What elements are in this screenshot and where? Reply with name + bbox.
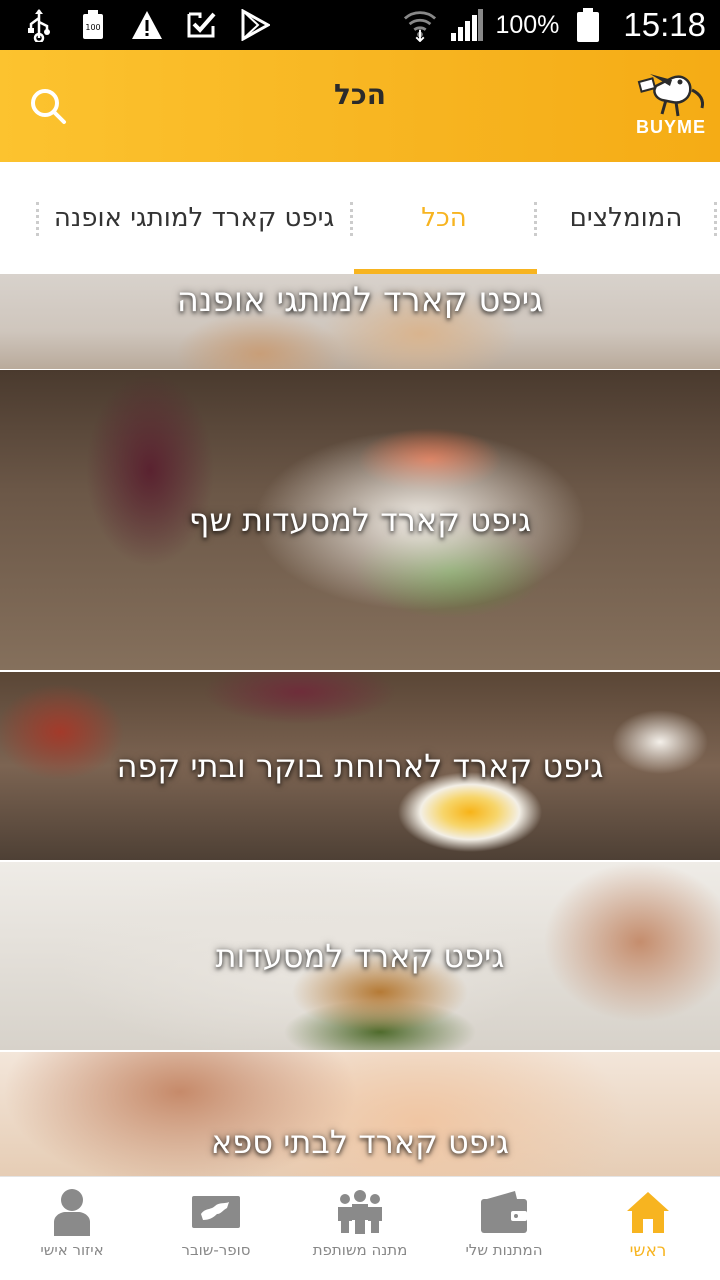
nav-label: מתנה משותפת [312, 1241, 408, 1259]
wallet-icon [479, 1187, 529, 1237]
status-bar-notifications: 100 [22, 8, 272, 42]
status-bar-system: 100% 15:18 [403, 0, 706, 50]
category-label: גיפט קארד למסעדות [215, 937, 505, 975]
category-label: גיפט קארד למסעדות שף [188, 501, 532, 539]
cell-signal-icon [449, 8, 484, 42]
buyme-logo[interactable]: BUYME [632, 70, 710, 140]
play-store-icon [238, 8, 272, 42]
category-list: גיפט קארד למותגי אופנה גיפט קארד למסעדות… [0, 274, 720, 1176]
category-tabs: המומלצים הכל גיפט קארד למותגי אופנה ג [0, 162, 720, 274]
battery-full-icon: 100 [76, 8, 110, 42]
nav-super-voucher[interactable]: סופר-שובר [144, 1177, 288, 1280]
tab-next-partial[interactable]: ג [0, 162, 20, 274]
page-title: הכל [333, 78, 387, 111]
nav-my-gifts[interactable]: המתנות שלי [432, 1177, 576, 1280]
category-card-restaurants[interactable]: גיפט קארד למסעדות [0, 862, 720, 1050]
bottom-navigation: ראשי המתנות שלי מתנה משותפת סופר-שובר אי… [0, 1176, 720, 1280]
category-label: גיפט קארד למותגי אופנה [176, 279, 544, 320]
nav-group-gift[interactable]: מתנה משותפת [288, 1177, 432, 1280]
person-icon [47, 1187, 97, 1237]
app-header: הכל BUYME [0, 50, 720, 162]
nav-home[interactable]: ראשי [576, 1177, 720, 1280]
warning-icon [130, 8, 164, 42]
tab-separator [534, 202, 537, 236]
clock: 15:18 [623, 6, 706, 43]
checkmark-icon [184, 8, 218, 42]
nav-label: המתנות שלי [465, 1241, 543, 1259]
nav-personal-area[interactable]: איזור אישי [0, 1177, 144, 1280]
battery-percent: 100% [495, 10, 560, 39]
svg-text:100: 100 [85, 23, 100, 32]
home-icon [623, 1187, 673, 1237]
battery-icon [571, 8, 605, 42]
nav-label: סופר-שובר [181, 1241, 251, 1259]
category-card-spa[interactable]: גיפט קארד לבתי ספא [0, 1052, 720, 1176]
logo-text: BUYME [635, 117, 706, 137]
tab-all[interactable]: הכל [354, 162, 534, 274]
usb-icon [22, 8, 56, 42]
category-label: גיפט קארד לבתי ספא [210, 1123, 510, 1161]
category-card-breakfast-cafes[interactable]: גיפט קארד לארוחת בוקר ובתי קפה [0, 672, 720, 860]
category-card-fashion[interactable]: גיפט קארד למותגי אופנה [0, 274, 720, 369]
nav-label: ראשי [629, 1241, 667, 1261]
category-label: גיפט קארד לארוחת בוקר ובתי קפה [116, 747, 604, 785]
tab-separator [350, 202, 353, 236]
tab-fashion[interactable]: גיפט קארד למותגי אופנה [40, 162, 348, 274]
category-card-chef-restaurants[interactable]: גיפט קארד למסעדות שף [0, 370, 720, 670]
tab-separator [714, 202, 717, 236]
israel-map-card-icon [191, 1187, 241, 1237]
nav-label: איזור אישי [40, 1241, 104, 1259]
group-icon [335, 1187, 385, 1237]
status-bar: 100 100% 15:18 [0, 0, 720, 50]
stork-icon [637, 74, 704, 117]
tab-separator [36, 202, 39, 236]
tab-recommended[interactable]: המומלצים [538, 162, 714, 274]
wifi-icon [403, 8, 437, 42]
